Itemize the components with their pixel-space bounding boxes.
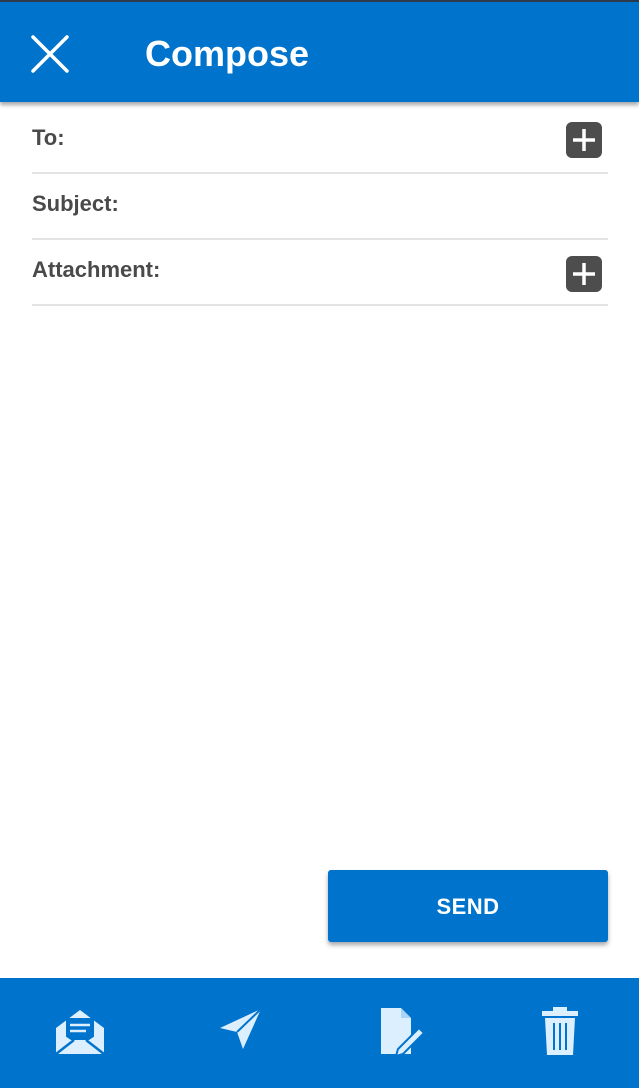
attachment-label: Attachment: xyxy=(32,257,161,282)
to-label: To: xyxy=(32,125,65,150)
attachment-row: Attachment: xyxy=(32,240,608,306)
plus-icon xyxy=(573,263,595,285)
add-recipient-button[interactable] xyxy=(566,122,602,158)
compose-screen: Compose To: Subject: Attachment: SEND xyxy=(0,0,639,1088)
send-button[interactable]: SEND xyxy=(328,870,608,942)
subject-field[interactable] xyxy=(182,184,558,226)
compose-form: To: Subject: Attachment: xyxy=(32,108,608,306)
paper-plane-icon xyxy=(220,1008,262,1049)
app-header: Compose xyxy=(0,0,639,102)
document-edit-icon xyxy=(381,1008,425,1058)
nav-inbox[interactable] xyxy=(50,1006,110,1062)
subject-label: Subject: xyxy=(32,191,119,216)
attachment-field[interactable] xyxy=(182,250,558,292)
open-envelope-icon xyxy=(55,1010,105,1055)
nav-drafts[interactable] xyxy=(370,1006,430,1062)
page-title: Compose xyxy=(145,33,310,74)
close-icon xyxy=(31,35,69,73)
to-row: To: xyxy=(32,108,608,174)
message-body[interactable] xyxy=(32,316,612,860)
plus-icon xyxy=(573,129,595,151)
close-button[interactable] xyxy=(28,32,72,76)
add-attachment-button[interactable] xyxy=(566,256,602,292)
subject-row: Subject: xyxy=(32,174,608,240)
nav-sent[interactable] xyxy=(210,1006,270,1062)
to-field[interactable] xyxy=(182,118,558,160)
trash-icon xyxy=(542,1007,578,1055)
bottom-nav xyxy=(0,978,639,1088)
nav-trash[interactable] xyxy=(530,1006,590,1062)
